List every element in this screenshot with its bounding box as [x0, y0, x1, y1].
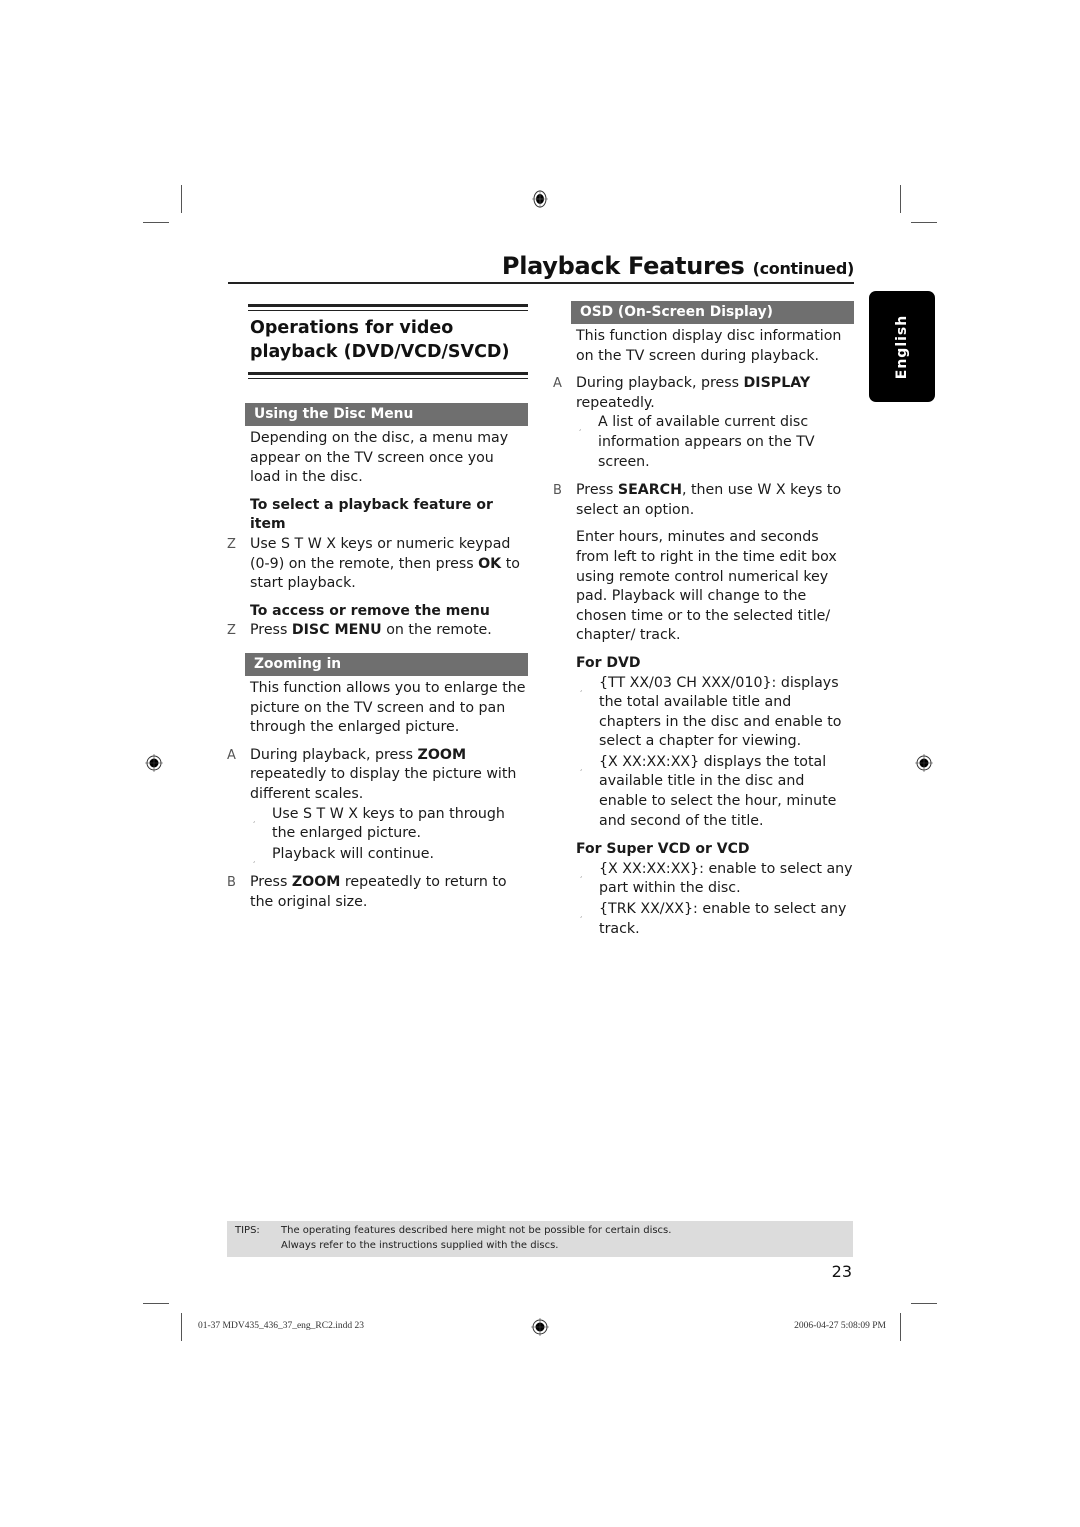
- page-title: Playback Features (continued): [228, 252, 854, 280]
- zooming-heading: Zooming in: [245, 652, 528, 676]
- registration-mark-icon: [532, 190, 548, 208]
- osd-step-b: B Press SEARCH, then use W X keys to sel…: [550, 481, 854, 520]
- tips-line-1: The operating features described here mi…: [281, 1225, 672, 1236]
- vcd-bullet: ¸ {X XX:XX:XX}: enable to select any par…: [576, 860, 854, 899]
- registration-mark-icon: [531, 1318, 549, 1336]
- step-marker: B: [553, 483, 562, 499]
- section-rule-bottom: [248, 372, 528, 379]
- bullet-glyph: ¸: [578, 422, 582, 432]
- zooming-intro: This function allows you to enlarge the …: [250, 679, 526, 736]
- bullet-glyph: ¸: [252, 853, 256, 863]
- osd-bullet: ¸ A list of available current disc infor…: [550, 413, 854, 472]
- left-column: Operations for video playback (DVD/VCD/S…: [227, 304, 528, 912]
- disc-menu-intro: Depending on the disc, a menu may appear…: [250, 430, 509, 486]
- page-title-suffix: (continued): [752, 259, 855, 278]
- bullet-glyph: ¸: [579, 868, 583, 878]
- step-text: During playback, press: [250, 746, 418, 763]
- title-rule: [228, 282, 854, 284]
- select-feature-title: To select a playback feature or item: [250, 496, 493, 533]
- bullet-glyph: ¸: [252, 813, 256, 823]
- for-vcd-title: For Super VCD or VCD: [576, 841, 750, 858]
- bullet-text: {X XX:XX:XX} displays the total availabl…: [599, 753, 837, 829]
- osd-intro: This function display disc information o…: [576, 328, 842, 364]
- select-feature-step: Z Use S T W X keys or numeric keypad (0-…: [224, 535, 528, 594]
- right-column: OSD (On-Screen Display) This function di…: [553, 301, 854, 939]
- crop-mark: [181, 185, 182, 213]
- step-text: Press: [250, 874, 292, 891]
- zoom-step-a: A During playback, press ZOOM repeatedly…: [224, 746, 528, 805]
- step-text: on the remote.: [381, 622, 492, 639]
- registration-mark-icon: [145, 754, 163, 772]
- step-text: repeatedly to display the picture with d…: [250, 766, 517, 802]
- crop-mark: [181, 1313, 182, 1341]
- slug-timestamp: 2006-04-27 5:08:09 PM: [794, 1321, 886, 1331]
- for-dvd-title: For DVD: [576, 654, 641, 671]
- zoom-bullet: ¸ Playback will continue.: [224, 845, 528, 865]
- tips-label: TIPS:: [235, 1225, 260, 1236]
- step-marker: Z: [227, 536, 236, 552]
- disc-menu-heading: Using the Disc Menu: [245, 403, 528, 426]
- section-title: Operations for video playback (DVD/VCD/S…: [250, 316, 528, 364]
- step-marker: A: [227, 747, 236, 763]
- bullet-glyph: ¸: [579, 909, 583, 919]
- key-display: DISPLAY: [743, 375, 811, 392]
- page-title-main: Playback Features: [501, 252, 745, 280]
- section-rule-top: [248, 304, 528, 311]
- bullet-text: Use S T W X keys to pan through the enla…: [272, 805, 505, 842]
- page-number: 23: [831, 1262, 852, 1281]
- step-text: repeatedly.: [576, 394, 655, 411]
- bullet-text: {TT XX/03 CH XXX/010}: displays the tota…: [599, 674, 842, 750]
- crop-mark: [900, 1313, 901, 1341]
- key-zoom: ZOOM: [417, 746, 467, 763]
- access-menu-step: Z Press DISC MENU on the remote.: [224, 621, 528, 641]
- language-tab-label: English: [894, 314, 910, 379]
- search-note: Enter hours, minutes and seconds from le…: [576, 529, 837, 644]
- step-text: Press: [250, 622, 292, 639]
- step-text: Use S T W X keys or numeric keypad (0-9)…: [250, 535, 511, 572]
- step-text: During playback, press: [576, 375, 744, 392]
- osd-step-a: A During playback, press DISPLAY repeate…: [550, 374, 854, 413]
- zoom-step-b: B Press ZOOM repeatedly to return to the…: [224, 873, 528, 912]
- registration-mark-icon: [915, 754, 933, 772]
- slug-filename: 01-37 MDV435_436_37_eng_RC2.indd 23: [198, 1321, 364, 1331]
- access-menu-title: To access or remove the menu: [250, 602, 490, 619]
- language-tab: English: [869, 291, 935, 402]
- crop-mark: [911, 222, 937, 223]
- zoom-bullet: ¸ Use S T W X keys to pan through the en…: [224, 805, 528, 844]
- step-marker: Z: [227, 623, 236, 639]
- crop-mark: [143, 222, 169, 223]
- crop-mark: [911, 1303, 937, 1304]
- vcd-bullet: ¸ {TRK XX/XX}: enable to select any trac…: [576, 900, 854, 939]
- bullet-glyph: ¸: [579, 682, 583, 692]
- bullet-text: {X XX:XX:XX}: enable to select any part …: [599, 860, 853, 897]
- dvd-bullet: ¸ {X XX:XX:XX} displays the total availa…: [576, 753, 854, 831]
- section-title-line1: Operations for video: [250, 318, 454, 338]
- key-disc-menu: DISC MENU: [291, 622, 382, 639]
- osd-heading: OSD (On-Screen Display): [571, 301, 854, 324]
- dvd-bullet: ¸ {TT XX/03 CH XXX/010}: displays the to…: [576, 674, 854, 752]
- tips-box: TIPS: The operating features described h…: [227, 1221, 853, 1257]
- crop-mark: [900, 185, 901, 213]
- key-zoom: ZOOM: [291, 874, 341, 891]
- key-ok: OK: [478, 555, 502, 572]
- step-marker: A: [553, 376, 562, 392]
- bullet-glyph: ¸: [579, 761, 583, 771]
- step-text: Press: [576, 482, 618, 499]
- bullet-text: {TRK XX/XX}: enable to select any track.: [599, 901, 847, 937]
- crop-mark: [143, 1303, 169, 1304]
- step-marker: B: [227, 875, 236, 891]
- section-title-line2: playback (DVD/VCD/SVCD): [250, 342, 510, 362]
- tips-text: The operating features described here mi…: [281, 1223, 671, 1253]
- bullet-text: A list of available current disc informa…: [598, 414, 815, 470]
- bullet-text: Playback will continue.: [272, 845, 434, 862]
- tips-line-2: Always refer to the instructions supplie…: [281, 1240, 559, 1251]
- key-search: SEARCH: [617, 482, 682, 499]
